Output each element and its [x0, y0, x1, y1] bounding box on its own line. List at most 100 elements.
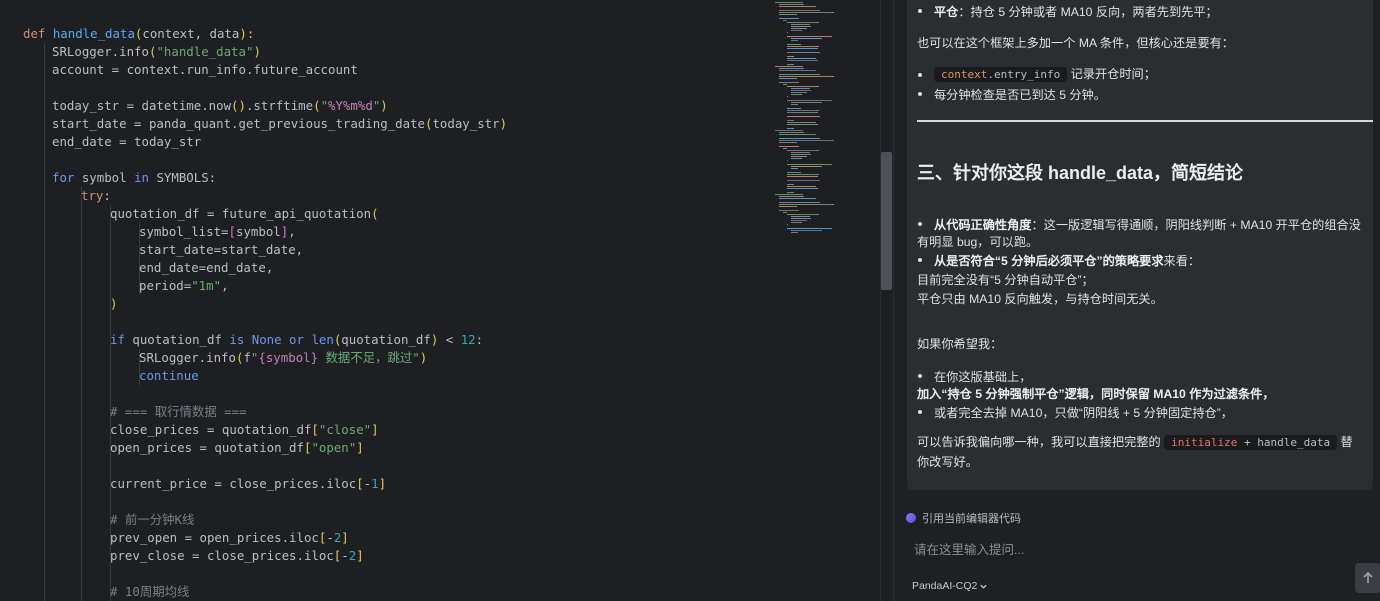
code-editor[interactable]: def handle_data(context, data): SRLogger.…: [0, 0, 893, 601]
code-token: -: [341, 548, 349, 563]
code-token: ): [253, 44, 261, 59]
chat-input[interactable]: 请在这里输入提问...: [914, 539, 1024, 558]
indent-guide: [44, 583, 45, 601]
code-area[interactable]: def handle_data(context, data): SRLogger.…: [0, 25, 880, 601]
minimap-line: [787, 186, 816, 187]
code-line[interactable]: symbol_list=[symbol],: [0, 223, 880, 241]
minimap-line: [791, 232, 799, 233]
indent-guide: [44, 421, 45, 439]
minimap-line: [787, 214, 820, 215]
inline-code: initialize + handle_data: [1164, 435, 1338, 450]
code-token: start_date=start_date,: [139, 242, 304, 257]
code-line[interactable]: end_date = today_str: [0, 133, 880, 151]
code-line[interactable]: ): [0, 295, 880, 313]
minimap-line: [779, 146, 799, 147]
code-line[interactable]: [0, 565, 880, 583]
code-line[interactable]: SRLogger.info(f"{symbol} 数据不足，跳过"): [0, 349, 880, 367]
code-text: if quotation_df is None or len(quotation…: [110, 331, 483, 349]
minimap-line: [779, 202, 820, 203]
indent-guide: [44, 349, 45, 367]
indent-guide: [81, 295, 82, 313]
code-line[interactable]: try:: [0, 187, 880, 205]
code-line[interactable]: [0, 457, 880, 475]
code-token: prev_open = open_prices.iloc: [110, 530, 319, 545]
indent-guide: [81, 277, 82, 295]
code-token: [: [228, 224, 236, 239]
code-line[interactable]: prev_close = close_prices.iloc[-2]: [0, 547, 880, 565]
code-line[interactable]: # === 取行情数据 ===: [0, 403, 880, 421]
code-line[interactable]: if quotation_df is None or len(quotation…: [0, 331, 880, 349]
minimap-line: [787, 44, 801, 45]
indent-guide: [44, 43, 45, 61]
code-token: # 前一分钟K线: [110, 512, 195, 527]
code-line[interactable]: [0, 79, 880, 97]
code-line[interactable]: def handle_data(context, data):: [0, 25, 880, 43]
code-line[interactable]: account = context.run_info.future_accoun…: [0, 61, 880, 79]
minimap-line: [779, 140, 834, 141]
code-token: ,: [288, 224, 296, 239]
code-line[interactable]: close_prices = quotation_df["close"]: [0, 421, 880, 439]
code-token: 数据不足，跳过": [318, 350, 420, 365]
model-selector[interactable]: PandaAI-CQ2: [912, 580, 988, 592]
code-line[interactable]: prev_open = open_prices.iloc[-2]: [0, 529, 880, 547]
code-line[interactable]: end_date=end_date,: [0, 259, 880, 277]
code-text: symbol_list=[symbol],: [139, 223, 296, 241]
code-line[interactable]: [0, 313, 880, 331]
indent-guide: [110, 349, 111, 367]
indent-guide: [44, 385, 45, 403]
minimap-line: [787, 192, 795, 193]
minimap-line: [791, 94, 802, 95]
code-line[interactable]: for symbol in SYMBOLS:: [0, 169, 880, 187]
minimap-line: [779, 82, 799, 83]
code-token: -: [326, 530, 334, 545]
code-line[interactable]: start_date = panda_quant.get_previous_tr…: [0, 115, 880, 133]
code-line[interactable]: SRLogger.info("handle_data"): [0, 43, 880, 61]
code-text: start_date=start_date,: [139, 241, 303, 259]
code-line[interactable]: today_str = datetime.now().strftime("%Y%…: [0, 97, 880, 115]
code-token: period=: [139, 278, 192, 293]
reference-editor-code-toggle[interactable]: 引用当前编辑器代码: [906, 510, 1021, 526]
code-line[interactable]: # 前一分钟K线: [0, 511, 880, 529]
indent-guide: [44, 169, 45, 187]
code-token: context, data: [142, 26, 240, 41]
code-text: end_date=end_date,: [139, 259, 273, 277]
code-token: :: [103, 188, 111, 203]
code-token: -: [363, 476, 372, 491]
minimap-line: [779, 18, 799, 19]
code-line[interactable]: continue: [0, 367, 880, 385]
send-button[interactable]: [1355, 563, 1380, 593]
code-line[interactable]: [0, 151, 880, 169]
code-line[interactable]: open_prices = quotation_df["open"]: [0, 439, 880, 457]
minimap[interactable]: [772, 0, 878, 240]
code-line[interactable]: period="1m",: [0, 277, 880, 295]
editor-scrollbar[interactable]: [880, 0, 893, 601]
code-line[interactable]: current_price = close_prices.iloc[-1]: [0, 475, 880, 493]
indent-guide: [81, 205, 82, 223]
bullet-icon: [918, 410, 922, 414]
minimap-line: [779, 4, 805, 5]
code-token: open_prices = quotation_df: [110, 440, 304, 455]
code-token: account = context.run_info.future_accoun…: [52, 62, 358, 77]
minimap-line: [787, 224, 788, 225]
minimap-line: [775, 2, 803, 3]
indent-guide: [44, 367, 45, 385]
code-text: period="1m",: [139, 277, 229, 295]
code-text: SRLogger.info("handle_data"): [52, 43, 261, 61]
minimap-line: [779, 78, 797, 79]
indent-guide: [81, 493, 82, 511]
minimap-line: [787, 36, 832, 37]
indent-guide: [110, 385, 111, 403]
arrow-up-icon: [1363, 571, 1373, 583]
indent-guide: [110, 313, 111, 331]
editor-scroll-thumb[interactable]: [881, 152, 892, 290]
minimap-line: [787, 48, 818, 49]
minimap-line: [787, 116, 821, 117]
code-line[interactable]: [0, 493, 880, 511]
code-line[interactable]: # 10周期均线: [0, 583, 880, 601]
code-line[interactable]: [0, 385, 880, 403]
code-line[interactable]: quotation_df = future_api_quotation(: [0, 205, 880, 223]
indent-guide: [81, 421, 82, 439]
code-token: def: [23, 26, 53, 41]
code-line[interactable]: start_date=start_date,: [0, 241, 880, 259]
app-window: def handle_data(context, data): SRLogger.…: [0, 0, 1380, 601]
